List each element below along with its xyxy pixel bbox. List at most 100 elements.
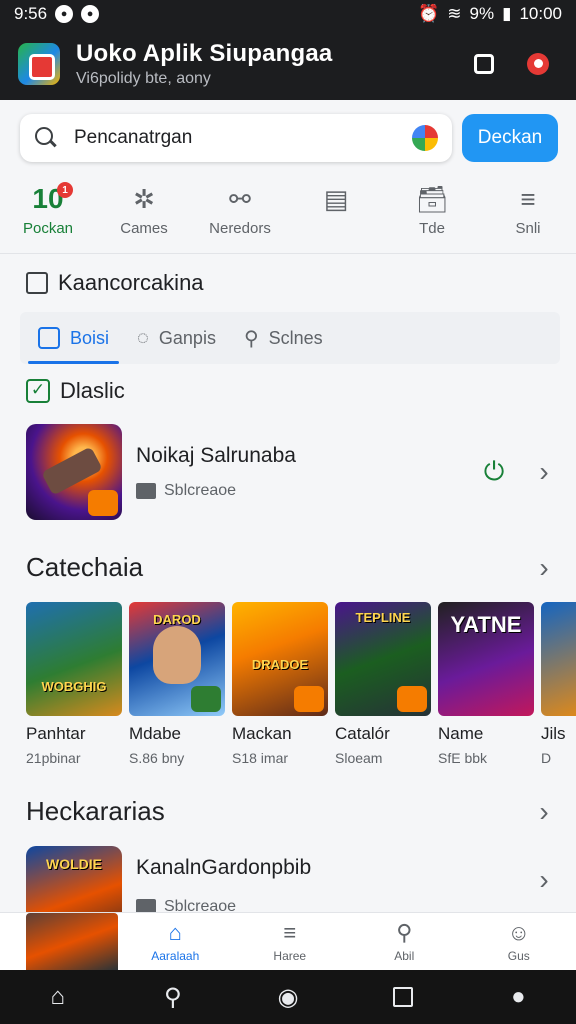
tag-icon [397,686,427,712]
list-icon: ≡ [283,919,297,945]
featured-item[interactable]: Noikaj Salrunaba Sblcreaoe ⏻ › [26,424,556,520]
game-name: Catalór [335,724,390,743]
featured-heading: ✓ Dlaslic [26,378,125,404]
search-input[interactable] [74,127,412,149]
gamepad-icon: ◌ [137,326,149,349]
chevron-right-icon[interactable]: › [532,864,556,895]
list-item-name: KanalnGardonpbib [136,856,312,879]
game-name: Mackan [232,724,292,743]
nav-list[interactable]: ≡ Haree [233,913,348,970]
window-button[interactable] [464,44,504,84]
categories-row-header[interactable]: Catechaia › [26,552,556,583]
tag-icon [191,686,221,712]
app-bar: Uoko Aplik Siupangaa Vi6polidy bte, aony [0,28,576,100]
folder-icon [136,483,156,499]
game-thumbnail: YATNE [438,602,534,716]
nav-location[interactable]: ⚲ Abil [347,913,462,970]
battery-percent: 9% [469,4,495,23]
game-thumbnail: DRADOE [232,602,328,716]
category-nav: 10 1 Pockan ✲ Cames ⚯ Neredors ▤ 🗃 Tde ≡ … [0,182,576,254]
game-card[interactable]: TEPLINE Catalór Sloeam [335,602,431,772]
game-card[interactable]: DAROD Mdabe S.86 bny [129,602,225,772]
category-neredors[interactable]: ⚯ Neredors [192,184,288,253]
game-card[interactable]: WOBGHIG Panhtar 21pbinar [26,602,122,772]
status-bar: 9:56 ● ● ⏰ ≋ 9% ▮ 10:00 [0,0,576,28]
game-art-text: DAROD [153,612,201,627]
category-tde[interactable]: 🗃 Tde [384,184,480,253]
category-label: Tde [419,220,445,237]
tab-sclnes[interactable]: ⚲ Sclnes [230,312,337,364]
category-cames[interactable]: ✲ Cames [96,184,192,253]
game-meta: S.86 bny [129,750,185,766]
game-thumbnail: DAROD [129,602,225,716]
mini-player-thumbnail[interactable] [26,913,118,971]
game-art-text: DRADOE [251,657,309,672]
game-name: Panhtar [26,724,86,743]
nav-home[interactable]: ⌂ Aaralaah [118,913,233,970]
app-subtitle: Vi6polidy bte, aony [76,70,211,87]
list-thumbnail: WOLDIE [26,846,122,916]
home-icon[interactable]: ⌂ [43,982,73,1012]
status-time-right: 10:00 [519,4,562,23]
game-name: Jils [541,724,566,743]
face-art [153,626,201,684]
nav-label: Abil [394,948,415,963]
game-name: Mdabe [129,724,181,743]
nav-label: Gus [507,948,530,963]
category-pockan[interactable]: 10 1 Pockan [0,182,96,253]
section-header: Kaancorcakina [26,270,204,296]
status-time-left: 9:56 [14,4,48,23]
voice-search-icon[interactable] [412,125,438,151]
game-art-text: YATNE [450,612,522,637]
tag-icon [294,686,324,712]
nav-label: Haree [273,948,307,963]
search-icon: ⚲ [243,327,259,350]
category-label: Snli [515,220,541,237]
game-card[interactable]: DRADOE Mackan S18 imar [232,602,328,772]
menu-icon: ≡ [520,183,536,214]
game-meta: D [541,750,552,766]
alarm-icon: ⏰ [418,4,440,23]
game-card[interactable]: Jils D [541,602,576,772]
search-button[interactable]: Deckan [462,114,558,162]
camera-icon[interactable]: ◉ [273,982,303,1012]
featured-meta: Sblcreaoe [164,482,237,499]
chevron-right-icon[interactable]: › [532,796,556,827]
game-thumbnail: WOBGHIG [26,602,122,716]
tab-boisi[interactable]: Boisi [24,312,123,364]
recents-button[interactable] [388,982,418,1012]
tag-icon [88,490,118,516]
film-icon: ▤ [323,183,349,214]
list-item[interactable]: WOLDIE KanalnGardonpbib Sblcreaoe › [26,846,556,916]
category-media[interactable]: ▤ [288,184,384,253]
battery-icon: ▮ [502,4,512,23]
game-meta: Sloeam [335,750,383,766]
games-row: WOBGHIG Panhtar 21pbinar DAROD Mdabe S.8… [26,602,576,772]
featured-thumbnail [26,424,122,520]
featured-heading-label: Dlaslic [60,378,125,403]
game-name: Name [438,724,484,743]
games-icon: ✲ [133,183,155,214]
nav-label: Aaralaah [151,948,200,963]
chevron-right-icon[interactable]: › [532,456,556,487]
search-icon[interactable]: ⚲ [158,982,188,1012]
game-card[interactable]: YATNE Name SfE bbk [438,602,534,772]
power-icon[interactable]: ⏻ [480,456,508,486]
row-title: Heckararias [26,796,165,826]
second-row-header[interactable]: Heckararias › [26,796,556,827]
pin-icon: ⚲ [396,919,413,945]
notification-icon [527,53,549,75]
nav-profile[interactable]: ☺ Gus [462,913,576,970]
movies-icon: ⚯ [229,183,251,214]
category-snli[interactable]: ≡ Snli [480,184,576,253]
search-box[interactable] [20,114,452,162]
profile-icon[interactable]: ● [503,982,533,1012]
chevron-right-icon[interactable]: › [532,552,556,583]
search-row: Deckan [20,114,558,162]
notification-badge: 1 [57,182,73,198]
notifications-button[interactable] [518,44,558,84]
app-bottom-nav: ⌂ Aaralaah ≡ Haree ⚲ Abil ☺ Gus [0,912,576,971]
square-icon [38,327,60,349]
tab-ganpis[interactable]: ◌ Ganpis [123,312,230,364]
game-thumbnail [541,602,576,716]
